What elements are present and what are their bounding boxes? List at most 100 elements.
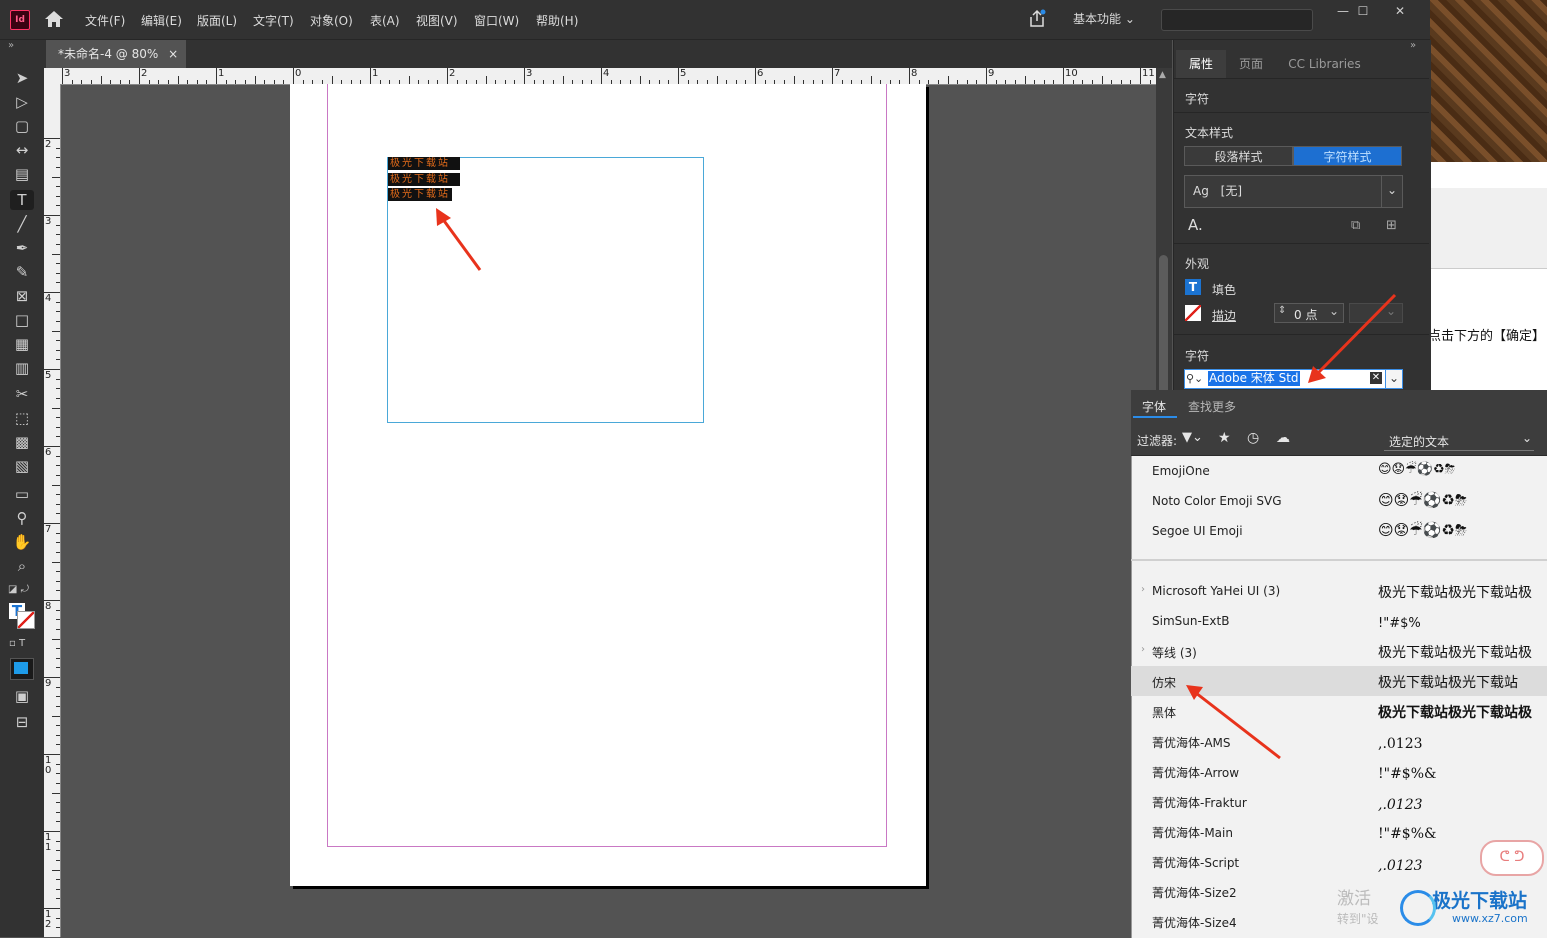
chevron-down-icon[interactable]: ⌄: [1387, 183, 1397, 197]
rectangle-tool-icon[interactable]: □: [10, 310, 34, 330]
font-list-item[interactable]: 菁优海体-Arrow: [1152, 764, 1239, 781]
selected-text-line[interactable]: 极光下载站: [388, 188, 452, 201]
menu-table[interactable]: 表(A): [370, 12, 400, 29]
character-style-tab[interactable]: 字符样式: [1293, 146, 1402, 166]
zoom-tool-icon[interactable]: ⌕: [10, 556, 34, 576]
menu-file[interactable]: 文件(F): [85, 12, 125, 29]
stroke-weight-field[interactable]: ⇕ 0 点 ⌄: [1274, 303, 1344, 323]
gap-tool-icon[interactable]: ↔: [10, 140, 34, 160]
table-tool-icon[interactable]: ▦: [10, 334, 34, 354]
font-list-item[interactable]: SimSun-ExtB: [1152, 614, 1229, 628]
chevron-right-icon[interactable]: ›: [1141, 584, 1145, 595]
document-tab[interactable]: *未命名-4 @ 80% ×: [46, 40, 186, 68]
font-list-item[interactable]: 等线 (3): [1152, 644, 1197, 661]
search-input[interactable]: [1161, 9, 1313, 31]
menu-object[interactable]: 对象(O): [310, 12, 353, 29]
eyedropper-tool-icon[interactable]: ⚲: [10, 508, 34, 528]
rectangle-frame-tool-icon[interactable]: ⊠: [10, 286, 34, 306]
menu-help[interactable]: 帮助(H): [536, 12, 578, 29]
style-dropdown[interactable]: Ag [无]: [1184, 175, 1403, 208]
share-icon[interactable]: [1027, 9, 1047, 29]
stroke-type-dropdown[interactable]: ⌄: [1349, 303, 1403, 323]
chevron-down-icon: ⌄: [1386, 304, 1396, 318]
screen-mode-icon[interactable]: ⊟: [10, 712, 34, 732]
workspace-switcher[interactable]: 基本功能 ⌄: [1073, 10, 1135, 27]
grid-tool-icon[interactable]: ▥: [10, 358, 34, 378]
font-list-item[interactable]: 菁优海体-Main: [1152, 824, 1233, 841]
gradient-swatch-tool-icon[interactable]: ▩: [10, 432, 34, 452]
recent-clock-icon[interactable]: ◷: [1247, 430, 1259, 446]
stepper-icon[interactable]: ⇕: [1278, 305, 1286, 316]
character-style-options-icon[interactable]: A.: [1188, 216, 1203, 234]
selection-tool-icon[interactable]: ➤: [10, 68, 34, 88]
scissors-tool-icon[interactable]: ✂: [10, 384, 34, 404]
menu-edit[interactable]: 编辑(E): [141, 12, 182, 29]
stroke-swatch-icon[interactable]: [1185, 305, 1201, 321]
filter-icon[interactable]: ▼⌄: [1182, 430, 1203, 445]
font-list-item[interactable]: 仿宋: [1152, 674, 1176, 691]
preview-text-dropdown[interactable]: 选定的文本 ⌄: [1384, 430, 1534, 451]
horizontal-ruler[interactable]: 32101234567891011: [44, 68, 1156, 85]
selected-text-line[interactable]: 极光下载站: [388, 173, 460, 186]
fill-stroke-swatch-icon[interactable]: T: [9, 603, 35, 629]
stroke-label[interactable]: 描边: [1212, 307, 1236, 324]
collapse-panel-icon[interactable]: »: [1410, 40, 1416, 51]
maximize-button[interactable]: ☐: [1345, 0, 1381, 22]
menu-type[interactable]: 文字(T): [253, 12, 294, 29]
gradient-feather-tool-icon[interactable]: ▧: [10, 456, 34, 476]
paragraph-style-tab[interactable]: 段落样式: [1184, 146, 1293, 166]
close-tab-icon[interactable]: ×: [168, 47, 178, 61]
tab-cc-libraries[interactable]: CC Libraries: [1277, 50, 1372, 78]
tab-pages[interactable]: 页面: [1226, 50, 1276, 78]
search-icon[interactable]: ⚲⌄: [1186, 372, 1203, 385]
clear-icon[interactable]: ✕: [1370, 372, 1382, 384]
font-list-item[interactable]: 菁优海体-Fraktur: [1152, 794, 1247, 811]
default-fill-stroke-icon[interactable]: ◪ ⤾: [8, 584, 34, 598]
font-list-item[interactable]: 菁优海体-Size2: [1152, 884, 1237, 901]
font-list-item[interactable]: 菁优海体-Script: [1152, 854, 1239, 871]
type-tool-icon[interactable]: T: [10, 190, 34, 210]
direct-selection-tool-icon[interactable]: ▷: [10, 92, 34, 112]
clear-override-icon[interactable]: ⧉: [1351, 218, 1360, 233]
ruler-tick: [52, 177, 60, 178]
cloud-icon[interactable]: ☁: [1276, 430, 1290, 446]
font-list-item[interactable]: 黑体: [1152, 704, 1176, 721]
font-list-item[interactable]: Microsoft YaHei UI (3): [1152, 584, 1280, 598]
new-style-icon[interactable]: ⊞: [1386, 218, 1397, 233]
vertical-ruler[interactable]: 23456789101112: [44, 84, 61, 937]
content-collector-icon[interactable]: ▤: [10, 164, 34, 184]
selected-text-line[interactable]: 极光下载站: [388, 157, 460, 170]
chevron-down-icon[interactable]: ⌄: [1385, 369, 1403, 389]
chevron-down-icon[interactable]: ⌄: [1329, 304, 1339, 318]
formatting-container-icon[interactable]: ▫ T: [9, 638, 25, 649]
scroll-up-icon[interactable]: ▲: [1159, 70, 1166, 80]
font-list-item[interactable]: EmojiOne: [1152, 464, 1210, 478]
fill-swatch-icon[interactable]: T: [1185, 279, 1201, 295]
page-tool-icon[interactable]: ▢: [10, 116, 34, 136]
tab-find-more[interactable]: 查找更多: [1188, 398, 1236, 415]
menu-view[interactable]: 视图(V): [416, 12, 458, 29]
favorites-star-icon[interactable]: ★: [1218, 430, 1231, 446]
home-icon[interactable]: [44, 10, 64, 28]
preview-mode-icon[interactable]: ▣: [10, 686, 34, 706]
font-list-item[interactable]: 菁优海体-Size4: [1152, 914, 1237, 931]
line-tool-icon[interactable]: ╱: [10, 214, 34, 234]
menu-layout[interactable]: 版面(L): [197, 12, 237, 29]
hand-tool-icon[interactable]: ✋: [10, 532, 34, 552]
close-window-button[interactable]: ✕: [1382, 0, 1418, 22]
font-list-item[interactable]: 菁优海体-AMS: [1152, 734, 1231, 751]
floating-widget[interactable]: ᕦ ᕤ: [1480, 840, 1544, 876]
font-list-item[interactable]: Segoe UI Emoji: [1152, 524, 1243, 538]
menu-window[interactable]: 窗口(W): [474, 12, 519, 29]
tab-fonts[interactable]: 字体: [1142, 398, 1166, 415]
free-transform-tool-icon[interactable]: ⬚: [10, 408, 34, 428]
note-tool-icon[interactable]: ▭: [10, 484, 34, 504]
tab-properties[interactable]: 属性: [1176, 50, 1226, 78]
pen-tool-icon[interactable]: ✒: [10, 238, 34, 258]
font-list-item[interactable]: Noto Color Emoji SVG: [1152, 494, 1282, 508]
font-family-value[interactable]: Adobe 宋体 Std: [1208, 371, 1300, 386]
pencil-tool-icon[interactable]: ✎: [10, 262, 34, 282]
normal-view-mode-icon[interactable]: [10, 658, 34, 680]
collapse-toolbox-icon[interactable]: »: [8, 40, 14, 51]
chevron-right-icon[interactable]: ›: [1141, 644, 1145, 655]
